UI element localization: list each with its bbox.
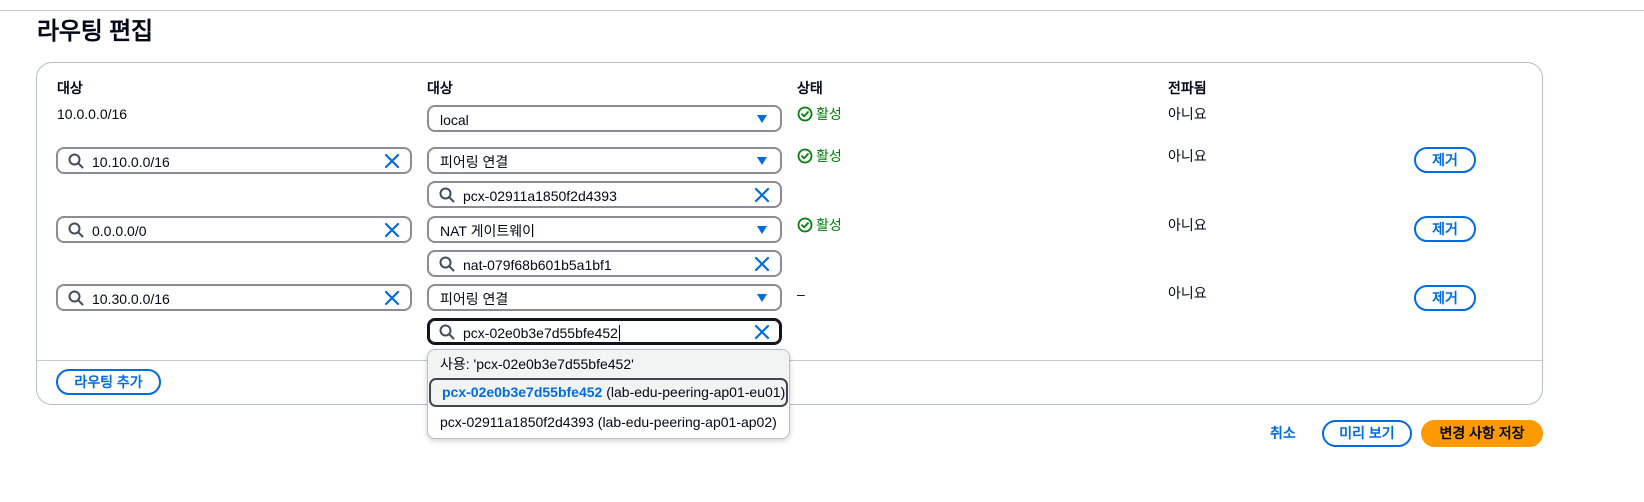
remove-button[interactable]: 제거 [1414, 285, 1476, 311]
caret-down-icon [757, 157, 767, 165]
route-destination-static: 10.0.0.0/16 [57, 106, 128, 122]
propagated-value: 아니요 [1168, 148, 1207, 164]
dropdown-use-entered-option[interactable]: 사용: 'pcx-02e0b3e7d55bfe452' [428, 350, 789, 379]
target-type-select[interactable]: local [427, 105, 782, 132]
option-id: pcx-02911a1850f2d4393 [440, 414, 594, 430]
propagated-value: 아니요 [1168, 285, 1207, 301]
destination-input-value: 10.30.0.0/16 [92, 291, 170, 307]
cancel-button[interactable]: 취소 [1270, 423, 1296, 443]
propagated-value: 아니요 [1168, 217, 1207, 233]
search-icon [68, 222, 84, 238]
search-icon [68, 153, 84, 169]
target-type-value: local [440, 112, 469, 128]
destination-input[interactable]: 10.10.0.0/16 [56, 147, 412, 174]
target-id-input[interactable]: nat-079f68b601b5a1bf1 [427, 250, 782, 277]
column-header-propagated: 전파됨 [1168, 80, 1207, 96]
target-type-value: 피어링 연결 [440, 154, 509, 170]
close-icon[interactable] [384, 153, 400, 169]
dropdown-option[interactable]: pcx-02911a1850f2d4393 (lab-edu-peering-a… [428, 408, 789, 437]
top-divider [0, 10, 1644, 11]
check-circle-icon [797, 217, 813, 233]
target-id-value: pcx-02e0b3e7d55bfe452 [463, 324, 620, 342]
caret-down-icon [757, 115, 767, 123]
status-badge: 활성 [797, 104, 842, 124]
column-header-destination: 대상 [57, 80, 83, 96]
search-icon [439, 256, 455, 272]
target-id-value: nat-079f68b601b5a1bf1 [463, 257, 612, 273]
preview-button[interactable]: 미리 보기 [1322, 420, 1412, 447]
target-type-value: NAT 게이트웨이 [440, 223, 535, 239]
status-badge: 활성 [797, 146, 842, 166]
search-icon [439, 187, 455, 203]
remove-button[interactable]: 제거 [1414, 216, 1476, 242]
column-header-status: 상태 [797, 80, 823, 96]
propagated-value: 아니요 [1168, 106, 1207, 122]
target-id-input[interactable]: pcx-02e0b3e7d55bfe452 [427, 318, 782, 345]
destination-input[interactable]: 0.0.0.0/0 [56, 216, 412, 243]
close-icon[interactable] [384, 222, 400, 238]
destination-input[interactable]: 10.30.0.0/16 [56, 284, 412, 311]
dropdown-option[interactable]: pcx-02e0b3e7d55bfe452 (lab-edu-peering-a… [429, 378, 788, 407]
column-header-target: 대상 [427, 80, 453, 96]
check-circle-icon [797, 106, 813, 122]
target-id-text: pcx-02e0b3e7d55bfe452 [463, 325, 618, 341]
option-name: (lab-edu-peering-ap01-eu01) [606, 384, 786, 400]
target-suggestions-dropdown: 사용: 'pcx-02e0b3e7d55bfe452' pcx-02e0b3e7… [427, 349, 790, 439]
target-id-input[interactable]: pcx-02911a1850f2d4393 [427, 181, 782, 208]
text-cursor [618, 325, 620, 341]
status-empty: – [797, 286, 805, 302]
search-icon [439, 324, 455, 340]
target-type-select[interactable]: 피어링 연결 [427, 284, 782, 311]
close-icon[interactable] [754, 324, 770, 340]
status-text: 활성 [816, 148, 842, 164]
close-icon[interactable] [384, 290, 400, 306]
page-title: 라우팅 편집 [37, 18, 153, 45]
search-icon [68, 290, 84, 306]
target-type-select[interactable]: 피어링 연결 [427, 147, 782, 174]
status-badge: 활성 [797, 215, 842, 235]
option-id: pcx-02e0b3e7d55bfe452 [442, 384, 603, 400]
target-id-value: pcx-02911a1850f2d4393 [463, 188, 617, 204]
check-circle-icon [797, 148, 813, 164]
target-type-select[interactable]: NAT 게이트웨이 [427, 216, 782, 243]
close-icon[interactable] [754, 256, 770, 272]
status-text: 활성 [816, 106, 842, 122]
remove-button[interactable]: 제거 [1414, 147, 1476, 173]
add-route-button[interactable]: 라우팅 추가 [56, 369, 161, 395]
caret-down-icon [757, 226, 767, 234]
save-changes-button[interactable]: 변경 사항 저장 [1421, 420, 1543, 447]
destination-input-value: 0.0.0.0/0 [92, 223, 147, 239]
option-name: (lab-edu-peering-ap01-ap02) [597, 414, 777, 430]
target-type-value: 피어링 연결 [440, 291, 509, 307]
destination-input-value: 10.10.0.0/16 [92, 154, 170, 170]
caret-down-icon [757, 294, 767, 302]
close-icon[interactable] [754, 187, 770, 203]
status-text: 활성 [816, 217, 842, 233]
